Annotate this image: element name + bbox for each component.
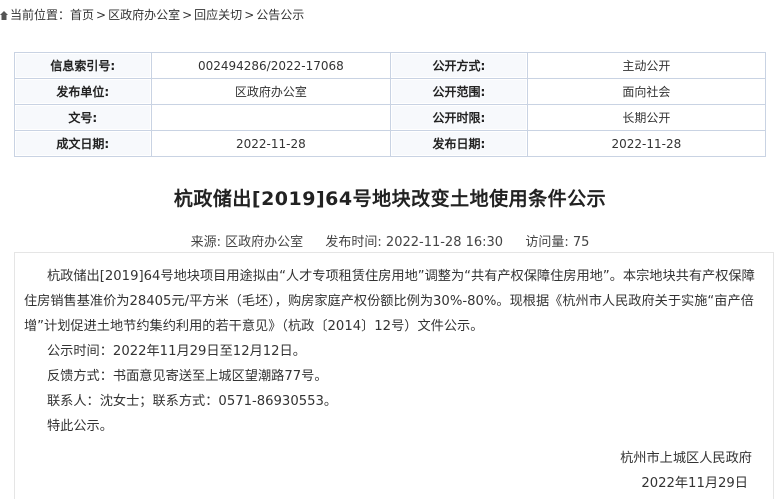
publish-time-label: 发布时间: [325,235,382,250]
breadcrumb-item-concerns[interactable]: 回应关切 [194,8,242,22]
views-label: 访问量: [525,235,569,250]
table-row: 发布单位: 区政府办公室 公开范围: 面向社会 [15,79,766,105]
disclosure-method-label: 公开方式: [391,53,528,79]
breadcrumb-separator: > [96,8,107,22]
breadcrumb-separator: > [244,8,255,22]
article-title: 杭政储出[2019]64号地块改变土地使用条件公示 [173,188,607,210]
table-row: 文号: 公开时限: 长期公开 [15,105,766,131]
disclosure-scope-label: 公开范围: [391,79,528,105]
article-body: 杭政储出[2019]64号地块项目用途拟由“人才专项租赁住房用地”调整为“共有产… [24,264,758,496]
source-value: 区政府办公室 [225,235,304,250]
publisher-label: 发布单位: [15,79,152,105]
publish-date-value: 2022-11-28 [527,131,766,157]
table-row: 成文日期: 2022-11-28 发布日期: 2022-11-28 [15,131,766,157]
source-label: 来源: [190,235,221,250]
disclosure-period-value: 长期公开 [527,105,766,131]
location-marker-icon [0,11,8,20]
body-paragraph: 杭政储出[2019]64号地块项目用途拟由“人才专项租赁住房用地”调整为“共有产… [24,269,755,334]
breadcrumb-item-office[interactable]: 区政府办公室 [108,8,180,22]
body-paragraph: 联系人：沈女士；联系方式：0571-86930553。 [47,394,338,409]
disclosure-period-label: 公开时限: [391,105,528,131]
document-number-value [151,105,392,131]
publish-time-value: 2022-11-28 16:30 [385,235,504,250]
breadcrumb: 当前位置：首页 > 区政府办公室 > 回应关切 > 公告公示 [0,0,780,30]
body-paragraph: 反馈方式：书面意见寄送至上城区望潮路77号。 [47,369,328,384]
disclosure-scope-value: 面向社会 [527,79,766,105]
signature-date: 2022年11月29日 [641,476,748,491]
written-date-label: 成文日期: [15,131,152,157]
article-meta-line: 来源: 区政府办公室 发布时间: 2022-11-28 16:30 访问量: 7… [0,231,780,250]
written-date-value: 2022-11-28 [151,131,392,157]
breadcrumb-prefix: 当前位置： [10,8,71,22]
body-paragraph: 公示时间：2022年11月29日至12月12日。 [47,344,306,359]
signature: 杭州市上城区人民政府 [620,451,752,466]
disclosure-method-value: 主动公开 [527,53,766,79]
index-number-label: 信息索引号: [15,53,152,79]
breadcrumb-item-notices[interactable]: 公告公示 [256,8,304,22]
publish-date-label: 发布日期: [391,131,528,157]
document-number-label: 文号: [15,105,152,131]
views-count: 75 [572,235,590,250]
body-paragraph: 特此公示。 [47,419,113,434]
breadcrumb-item-home[interactable]: 首页 [70,8,94,22]
breadcrumb-separator: > [182,8,193,22]
table-row: 信息索引号: 002494286/2022-17068 公开方式: 主动公开 [15,53,766,79]
publisher-value: 区政府办公室 [151,79,392,105]
metadata-table: 信息索引号: 002494286/2022-17068 公开方式: 主动公开 发… [14,52,766,157]
index-number-value: 002494286/2022-17068 [151,53,392,79]
